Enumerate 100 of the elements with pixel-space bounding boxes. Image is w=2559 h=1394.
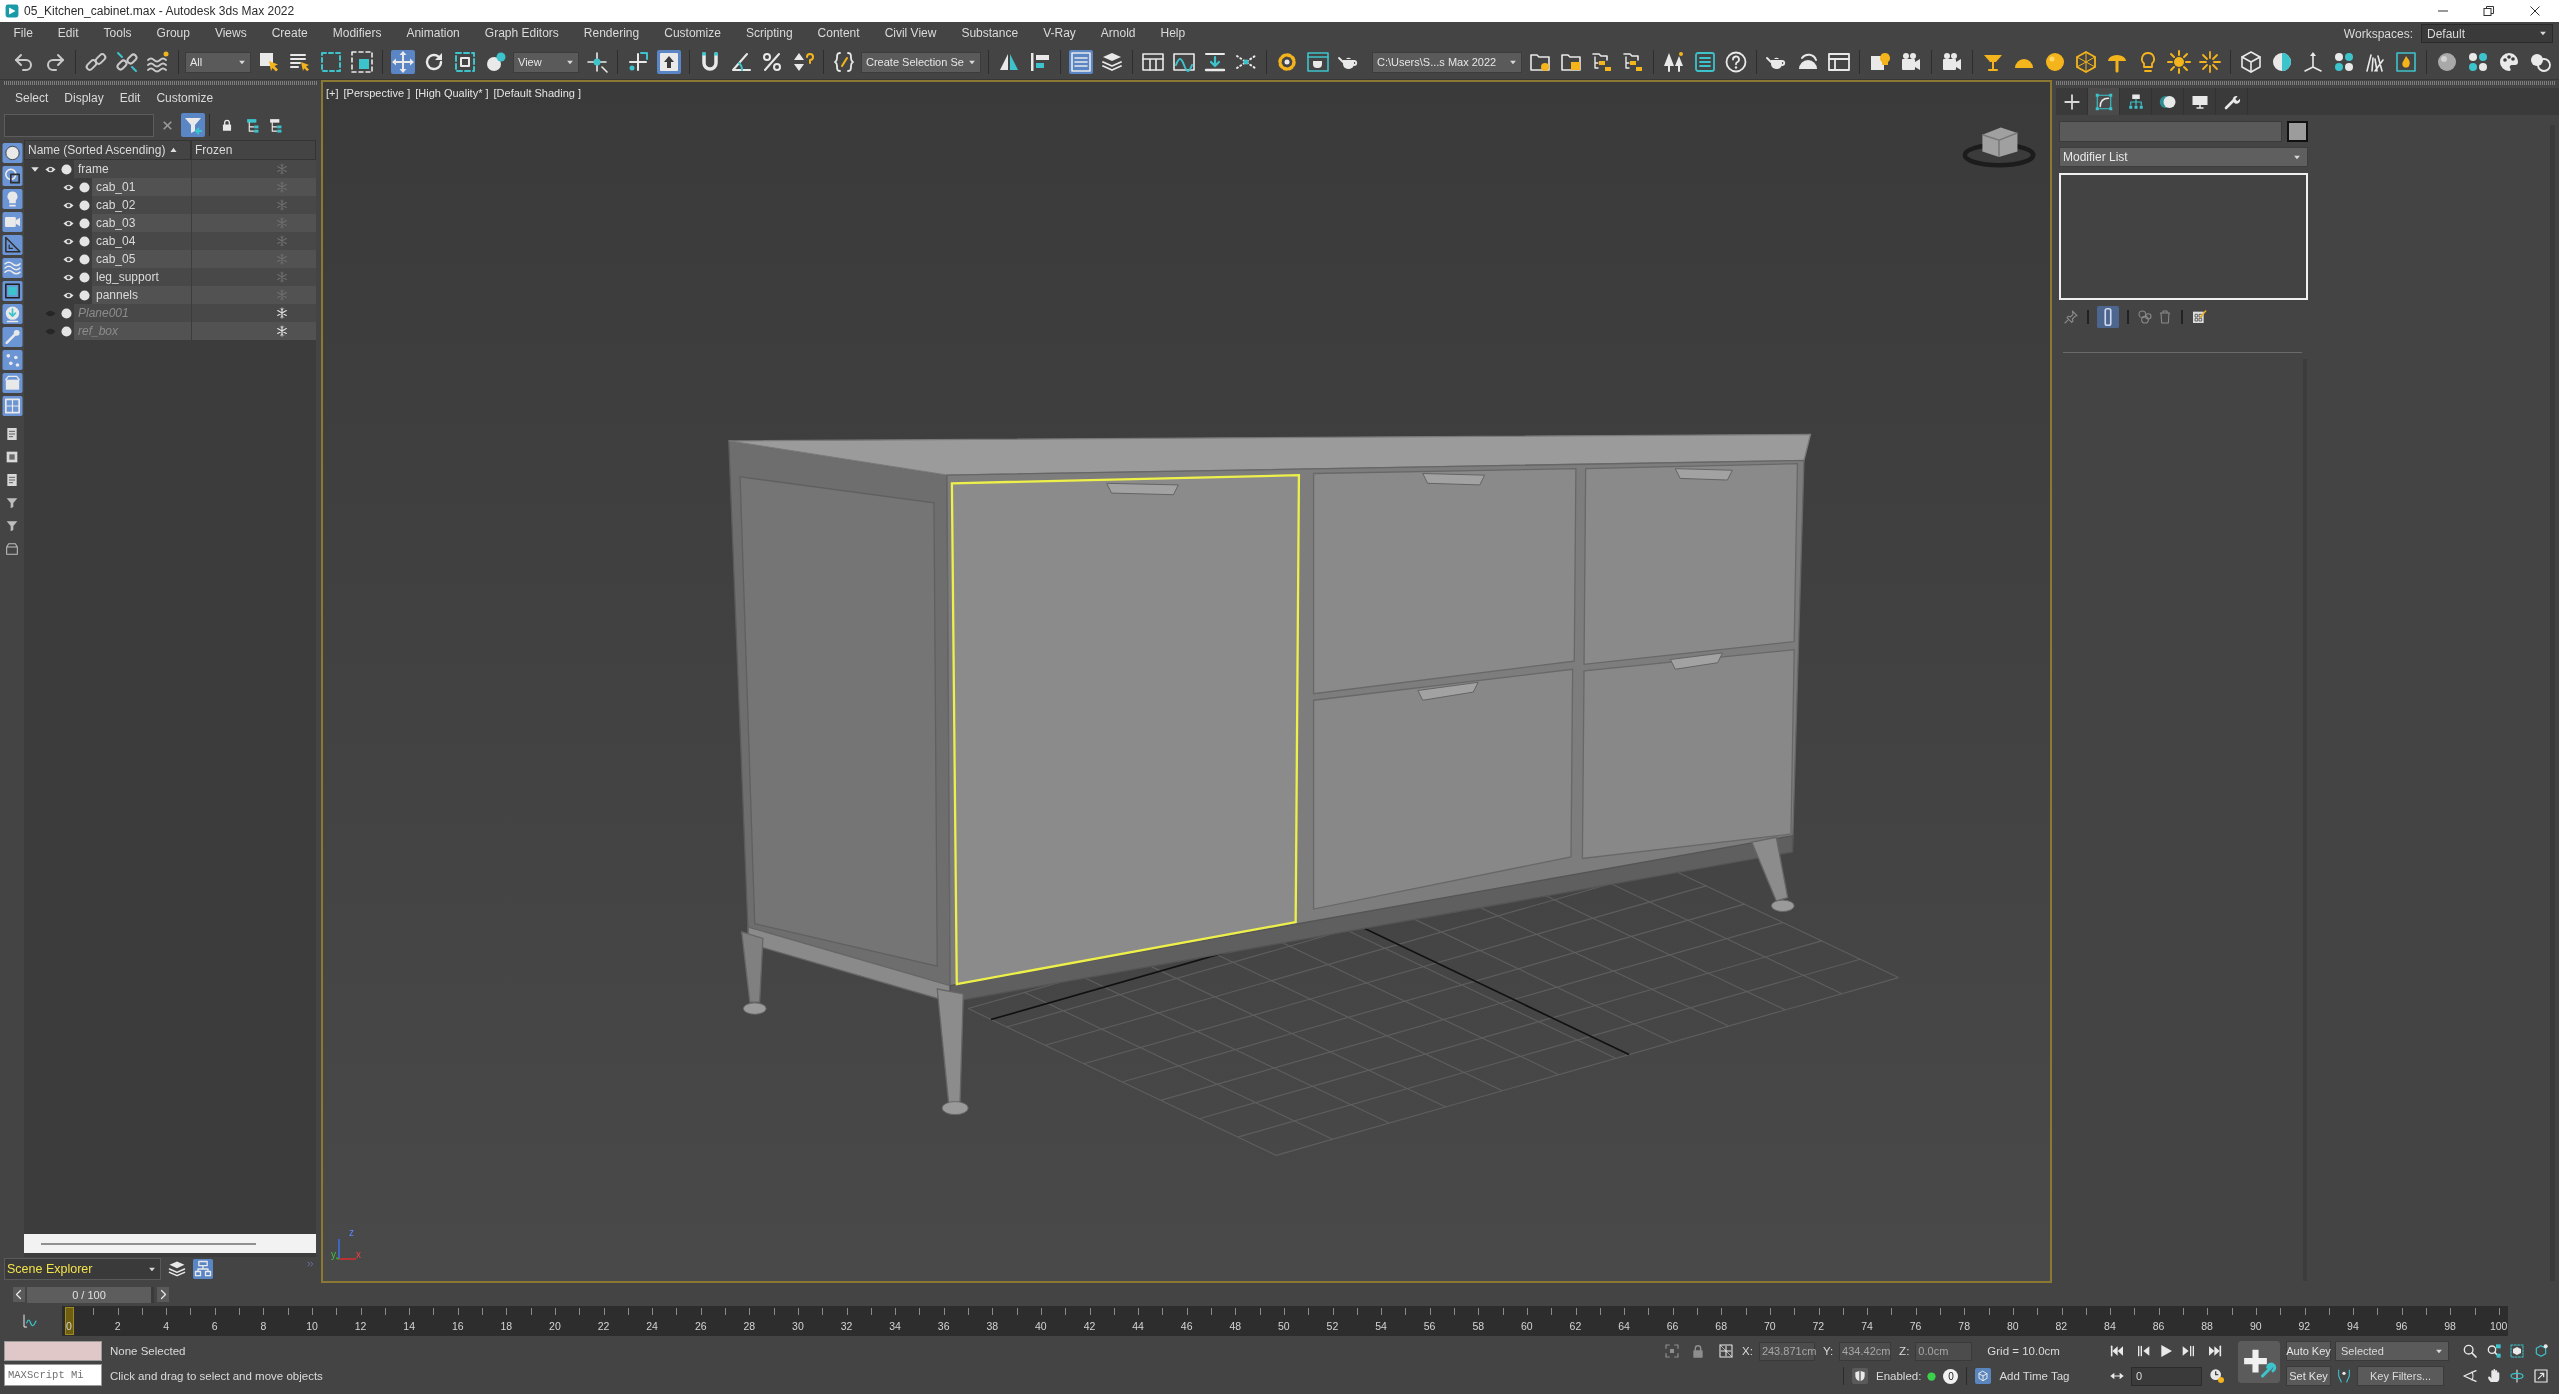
folder-tree-icon[interactable] <box>1620 50 1645 74</box>
cube-tile-icon[interactable] <box>1975 1368 1992 1384</box>
plus-key-icon[interactable] <box>2238 1341 2280 1383</box>
key-set-dropdown[interactable]: Selected <box>2335 1341 2449 1361</box>
starburst-icon[interactable] <box>2197 50 2222 74</box>
skip-start-icon[interactable] <box>2109 1343 2125 1359</box>
skip-end-icon[interactable] <box>2207 1343 2223 1359</box>
menu-item[interactable]: Arnold <box>1088 22 1148 45</box>
color-swatch-icon[interactable] <box>2287 121 2308 142</box>
angle-arc-icon[interactable] <box>2462 1368 2478 1384</box>
panel-grid-icon[interactable] <box>1140 50 1165 74</box>
menu-item[interactable]: Rendering <box>571 22 652 45</box>
crosshair-icon[interactable] <box>584 50 609 74</box>
magnifier-squares-icon[interactable] <box>2485 1343 2502 1359</box>
lined-box-icon[interactable] <box>1692 50 1717 74</box>
geodesic-icon[interactable] <box>2073 50 2098 74</box>
search-field[interactable] <box>4 113 154 137</box>
stacked-layers-icon[interactable] <box>167 1259 187 1279</box>
clock-icon[interactable] <box>2209 1368 2225 1384</box>
tree-item[interactable]: pannels <box>92 286 191 304</box>
stacked-layers-icon[interactable] <box>1099 50 1124 74</box>
grid-square-icon[interactable] <box>1 396 23 416</box>
play-icon[interactable] <box>2158 1343 2174 1359</box>
curve-graph-icon[interactable] <box>22 1313 38 1329</box>
crossed-square-icon[interactable] <box>1718 1343 1734 1359</box>
hand-icon[interactable] <box>2485 1368 2502 1384</box>
pine-trees-icon[interactable] <box>1661 50 1686 74</box>
column-header[interactable]: Name (Sorted Ascending) <box>24 140 191 160</box>
menu-item[interactable]: Help <box>1148 22 1198 45</box>
trash-icon[interactable] <box>2157 309 2173 325</box>
add-time-tag-link[interactable]: Add Time Tag <box>1999 1370 2070 1382</box>
viewport-label[interactable]: [High Quality* ] <box>415 87 489 99</box>
cube-icon[interactable] <box>2238 50 2263 74</box>
bracket-dot-icon[interactable] <box>2336 1368 2352 1384</box>
explorer-selector-dropdown[interactable]: Scene Explorer <box>4 1258 161 1280</box>
folder-tree-icon[interactable] <box>1589 50 1614 74</box>
explorer-menu-item[interactable]: Customize <box>148 91 222 105</box>
menu-item[interactable]: Group <box>144 22 203 45</box>
next-frame-icon[interactable] <box>2180 1343 2196 1359</box>
maxscript-listener-field[interactable]: MAXScript Mi <box>4 1364 102 1386</box>
previous-frame-icon[interactable] <box>2136 1343 2152 1359</box>
set-square-icon[interactable] <box>1 235 23 255</box>
command-panel-tab[interactable] <box>2088 88 2120 115</box>
set-key-button[interactable]: Set Key <box>2286 1366 2331 1386</box>
braces-icon[interactable] <box>831 50 856 74</box>
modifier-list-dropdown[interactable]: Modifier List <box>2059 147 2308 167</box>
list-panel-icon[interactable] <box>1068 50 1093 74</box>
close-icon[interactable] <box>2529 5 2541 17</box>
value-badge[interactable]: 0 <box>1943 1368 1959 1384</box>
ball-stick-icon[interactable] <box>1 327 23 347</box>
tray-arrow-icon[interactable] <box>1202 50 1227 74</box>
tree-item[interactable]: cab_01 <box>92 178 191 196</box>
chevron-right-icon[interactable] <box>157 1287 169 1302</box>
viewport-label[interactable]: [Default Shading ] <box>493 87 581 99</box>
time-marker[interactable] <box>64 1307 74 1335</box>
selection-filter-dropdown[interactable]: All <box>185 51 251 73</box>
menu-item[interactable]: Edit <box>45 22 92 45</box>
menu-item[interactable]: V-Ray <box>1030 22 1089 45</box>
column-header[interactable]: Frozen <box>191 140 316 160</box>
circles-icon[interactable] <box>2137 309 2153 325</box>
tree-item[interactable]: cab_05 <box>92 250 191 268</box>
menu-item[interactable]: File <box>1 22 46 45</box>
tree-item[interactable]: leg_support <box>92 268 191 286</box>
menu-item[interactable]: Content <box>805 22 873 45</box>
menu-item[interactable]: Views <box>202 22 260 45</box>
dots-icon[interactable] <box>1 350 23 370</box>
auto-key-button[interactable]: Auto Key <box>2286 1341 2331 1361</box>
tree-item[interactable]: cab_02 <box>92 196 191 214</box>
menu-item[interactable]: Create <box>259 22 321 45</box>
corner-brackets-icon[interactable] <box>1664 1343 1680 1359</box>
object-name-field[interactable] <box>2059 121 2282 142</box>
orbit-icon[interactable] <box>2509 1368 2525 1384</box>
explorer-menu-item[interactable]: Display <box>56 91 112 105</box>
chain-link-icon[interactable] <box>83 50 108 74</box>
menu-item[interactable]: Civil View <box>872 22 949 45</box>
current-frame-field[interactable]: 0 <box>2131 1366 2202 1386</box>
pin-icon[interactable] <box>2063 309 2079 325</box>
wave-lines-icon[interactable] <box>1 258 23 278</box>
reference-coordinate-system-dropdown[interactable]: View <box>513 51 579 73</box>
chevron-left-icon[interactable] <box>13 1287 25 1302</box>
four-way-arrow-icon[interactable] <box>390 50 415 74</box>
workspace-dropdown[interactable]: Default <box>2421 24 2553 43</box>
maximize-icon[interactable] <box>2532 1368 2549 1384</box>
flame-box-icon[interactable] <box>2393 50 2418 74</box>
maxscript-input-field[interactable] <box>4 1341 102 1361</box>
sun-icon[interactable] <box>2166 50 2191 74</box>
circle-icon[interactable] <box>1 143 23 163</box>
viewport-label[interactable]: [+] <box>326 87 339 99</box>
restore-icon[interactable] <box>2483 5 2495 17</box>
wave-box-icon[interactable] <box>1171 50 1196 74</box>
explorer-menu-item[interactable]: Select <box>7 91 57 105</box>
lock-icon[interactable] <box>220 117 234 133</box>
viewport-label[interactable]: [Perspective ] <box>343 87 411 99</box>
menu-item[interactable]: Substance <box>948 22 1031 45</box>
wave-lines-icon[interactable] <box>145 50 170 74</box>
nested-squares-icon[interactable] <box>452 50 477 74</box>
menu-item[interactable]: Tools <box>91 22 145 45</box>
up-arrow-box-icon[interactable] <box>656 50 681 74</box>
menu-item[interactable]: Scripting <box>733 22 806 45</box>
project-folder-dropdown[interactable]: C:\Users\S...s Max 2022 <box>1372 51 1522 73</box>
